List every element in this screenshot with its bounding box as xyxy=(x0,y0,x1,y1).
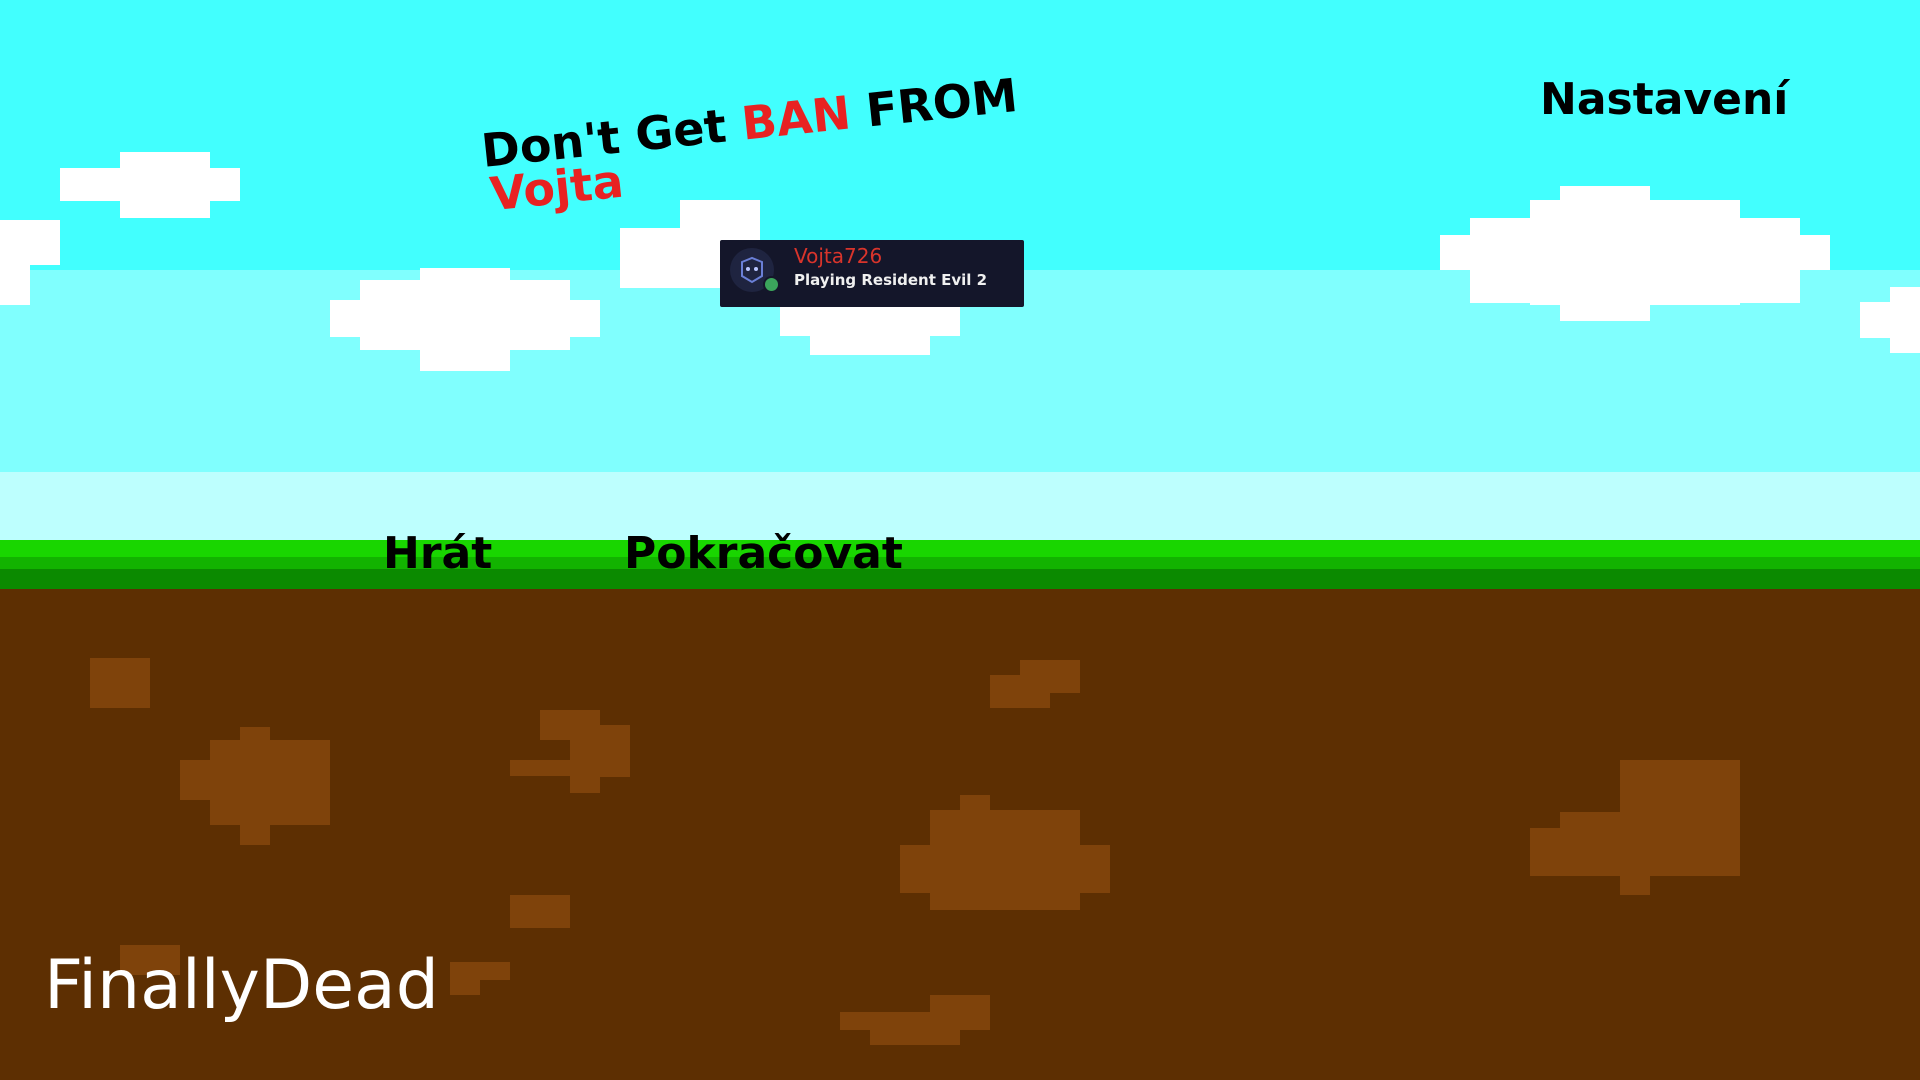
author-credit: FinallyDead xyxy=(44,946,439,1025)
game-scene: Don't Get BAN FROM Vojta Vojta726 Playin… xyxy=(0,0,1920,1080)
discord-username: Vojta726 xyxy=(794,244,883,268)
title-highlight: BAN xyxy=(739,85,854,151)
grass-bottom xyxy=(0,569,1920,589)
discord-activity: Playing Resident Evil 2 xyxy=(794,271,988,289)
grass-middle xyxy=(0,557,1920,569)
settings-button[interactable]: Nastavení xyxy=(1540,78,1788,122)
continue-button[interactable]: Pokračovat xyxy=(624,532,903,576)
sky-horizon xyxy=(0,472,1920,540)
grass-top xyxy=(0,540,1920,557)
online-status-icon xyxy=(763,276,780,293)
discord-presence-card: Vojta726 Playing Resident Evil 2 xyxy=(720,240,1024,307)
play-button[interactable]: Hrát xyxy=(383,532,492,576)
